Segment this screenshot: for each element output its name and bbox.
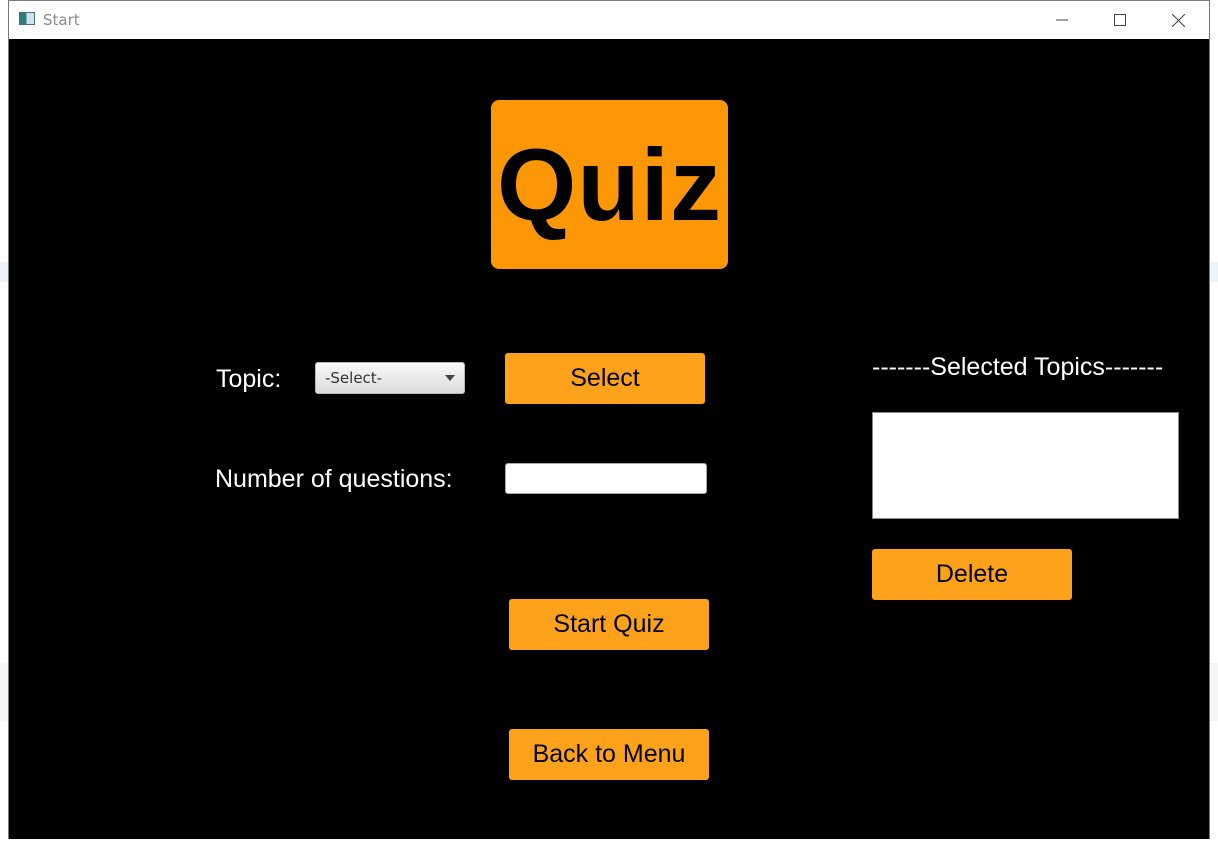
minimize-icon (1056, 19, 1068, 21)
logo-text: Quiz (497, 127, 722, 242)
maximize-icon (1114, 14, 1126, 26)
content-area: Quiz Topic: -Select- Select Number of qu… (9, 39, 1209, 839)
maximize-button[interactable] (1091, 1, 1149, 39)
back-to-menu-button[interactable]: Back to Menu (509, 729, 709, 780)
close-icon (1171, 13, 1185, 27)
select-button[interactable]: Select (505, 353, 705, 404)
delete-button[interactable]: Delete (872, 549, 1072, 600)
selected-topics-list[interactable] (872, 412, 1179, 519)
selected-topics-header: -------Selected Topics------- (872, 353, 1164, 381)
window-title: Start (43, 11, 80, 29)
app-window: Start Quiz Topic: -Select- Select Number… (8, 0, 1210, 839)
title-bar[interactable]: Start (9, 1, 1209, 39)
topic-select[interactable]: -Select- (315, 362, 465, 394)
minimize-button[interactable] (1033, 1, 1091, 39)
close-button[interactable] (1149, 1, 1207, 39)
topic-label: Topic: (216, 365, 282, 393)
questions-label: Number of questions: (215, 465, 453, 493)
start-quiz-button[interactable]: Start Quiz (509, 599, 709, 650)
chevron-down-icon (445, 375, 455, 381)
topic-select-value: -Select- (325, 369, 383, 387)
app-icon (19, 12, 35, 25)
quiz-logo: Quiz (491, 100, 728, 269)
questions-input[interactable] (505, 463, 707, 494)
